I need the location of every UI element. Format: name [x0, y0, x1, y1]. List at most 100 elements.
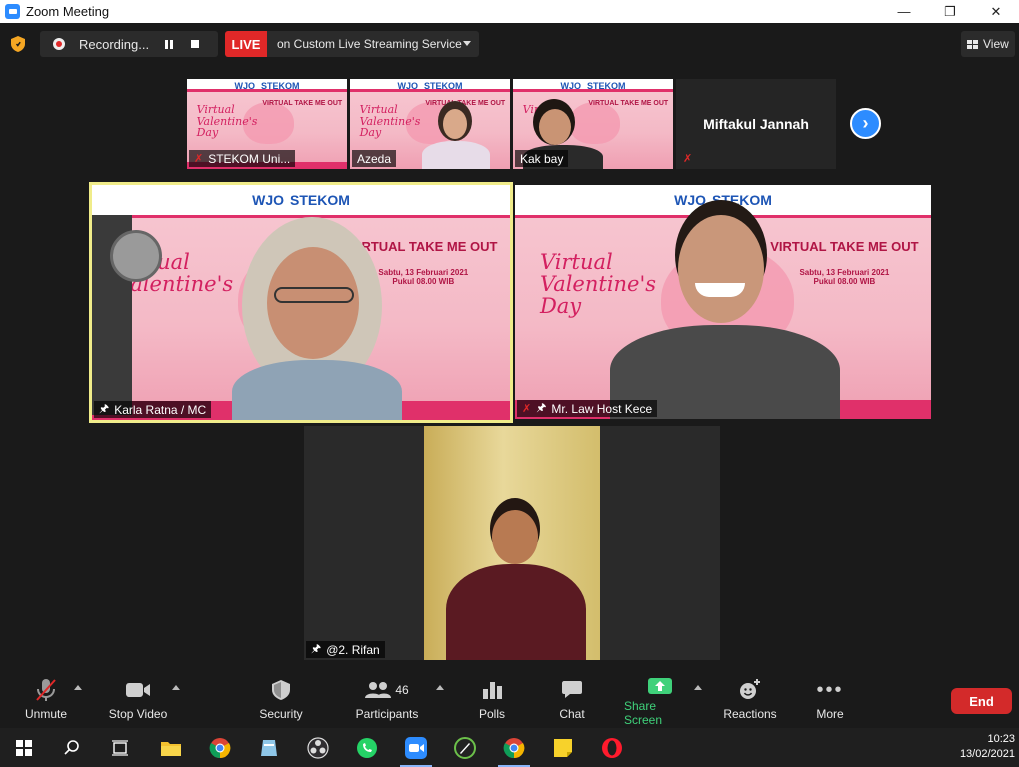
- search-icon: [64, 739, 79, 755]
- shield-icon: [272, 680, 290, 700]
- view-label: View: [983, 37, 1009, 51]
- participant-name-tag: ✗: [678, 150, 702, 167]
- zoom-window: Zoom Meeting — ❐ ✕ Recording... LIVE on …: [0, 0, 1019, 767]
- chrome-icon: [209, 737, 231, 758]
- share-screen-button[interactable]: Share Screen: [624, 677, 696, 727]
- video-tile-karla-ratna[interactable]: WJOSTEKOM VirtualValentine's VIRTUAL TAK…: [89, 182, 513, 423]
- next-page-button[interactable]: ›: [850, 108, 881, 139]
- pen-tool-icon: [454, 736, 476, 759]
- title-bar: Zoom Meeting — ❐ ✕: [0, 0, 1019, 23]
- minimize-button[interactable]: —: [881, 0, 927, 23]
- task-view-icon: [112, 739, 128, 756]
- participant-video: [515, 185, 931, 419]
- participant-name-tag: Kak bay: [515, 150, 569, 167]
- more-icon: •••: [816, 678, 844, 701]
- video-tile-stekom[interactable]: WJO STEKOM Virtual Valentine's Day VIRTUAL …: [187, 79, 347, 169]
- folder-icon: [161, 741, 181, 756]
- participants-options-caret[interactable]: [436, 685, 444, 690]
- chrome-app[interactable]: [196, 728, 244, 767]
- window-title: Zoom Meeting: [26, 4, 110, 19]
- obs-icon: [307, 736, 329, 759]
- chrome-icon: [503, 737, 525, 758]
- sticky-notes-app[interactable]: [539, 728, 587, 767]
- chevron-right-icon: ›: [862, 113, 869, 133]
- participant-name-tag: ✗ STEKOM Uni...: [189, 150, 296, 167]
- pin-icon: 🖈: [536, 402, 547, 414]
- muted-mic-icon: ✗: [194, 153, 204, 165]
- chrome-app-2[interactable]: [490, 728, 538, 767]
- windows-logo-icon: [16, 739, 32, 756]
- participants-button[interactable]: 46 Participants: [354, 677, 420, 725]
- live-stream-dropdown[interactable]: LIVE on Custom Live Streaming Service: [225, 31, 479, 57]
- system-clock[interactable]: 10:23 13/02/2021: [960, 732, 1015, 762]
- stop-recording-icon[interactable]: [191, 40, 199, 48]
- participant-name-tag: 🖈 @2. Rifan: [306, 641, 385, 658]
- notes-app[interactable]: [245, 728, 293, 767]
- whatsapp-icon: [357, 737, 377, 758]
- live-service-label: on Custom Live Streaming Service: [277, 37, 462, 51]
- whatsapp-app[interactable]: [343, 728, 391, 767]
- corel-app[interactable]: [441, 728, 489, 767]
- polls-button[interactable]: Polls: [472, 677, 512, 725]
- gallery-view-icon: [967, 39, 978, 49]
- reactions-icon: [740, 679, 760, 699]
- participant-video: [424, 426, 600, 660]
- security-button[interactable]: Security: [258, 677, 304, 725]
- clock-date: 13/02/2021: [959, 748, 1015, 760]
- stop-video-button[interactable]: Stop Video: [106, 677, 170, 725]
- zoom-logo-icon: [5, 4, 20, 19]
- windows-taskbar: 10:23 13/02/2021: [0, 728, 1019, 767]
- recording-icon: [53, 38, 65, 50]
- windows-start-button[interactable]: [0, 728, 48, 767]
- chat-icon: [562, 681, 582, 698]
- participant-name-tag: ✗ 🖈 Mr. Law Host Kece: [517, 400, 658, 417]
- audio-options-caret[interactable]: [74, 685, 82, 690]
- video-options-caret[interactable]: [172, 685, 180, 690]
- participants-icon: [365, 682, 392, 698]
- zoom-app[interactable]: [392, 728, 440, 767]
- task-view-button[interactable]: [96, 728, 144, 767]
- chat-button[interactable]: Chat: [552, 677, 592, 725]
- notes-icon: [261, 739, 277, 756]
- encryption-shield-icon[interactable]: [11, 36, 25, 52]
- video-tile-kak-bay[interactable]: WJOSTEKOM Virtual VIRTUAL TAKE ME OUT Ka…: [513, 79, 673, 169]
- mic-off-icon: [36, 679, 56, 701]
- share-options-caret[interactable]: [694, 685, 702, 690]
- muted-mic-icon: ✗: [522, 403, 532, 415]
- pin-icon: 🖈: [311, 643, 322, 655]
- clock-time: 10:23: [987, 733, 1015, 745]
- pause-recording-icon[interactable]: [165, 39, 173, 49]
- pin-icon: 🖈: [99, 403, 110, 415]
- close-button[interactable]: ✕: [973, 0, 1019, 23]
- participant-name-tag: Azeda: [352, 150, 397, 167]
- search-button[interactable]: [48, 728, 96, 767]
- chevron-down-icon: [463, 41, 471, 46]
- restore-button[interactable]: ❐: [927, 0, 973, 23]
- video-tile-rifan[interactable]: 🖈 @2. Rifan: [304, 426, 720, 660]
- participants-count: 46: [395, 683, 409, 697]
- video-tile-azeda[interactable]: WJO STEKOM Virtual Valentine's Day VIRTUAL …: [350, 79, 510, 169]
- zoom-icon: [405, 736, 427, 759]
- opera-icon: [602, 737, 622, 758]
- end-meeting-button[interactable]: End: [951, 688, 1012, 714]
- reactions-button[interactable]: Reactions: [722, 677, 778, 725]
- share-screen-icon: [648, 678, 672, 694]
- video-tile-mr-law[interactable]: WJO STEKOM Virtual Valentine's Day VIRTUAL …: [515, 185, 931, 419]
- unmute-button[interactable]: Unmute: [22, 677, 70, 725]
- opera-app[interactable]: [588, 728, 636, 767]
- participant-video: [92, 185, 510, 420]
- video-tile-miftakul[interactable]: Miftakul Jannah ✗: [676, 79, 836, 169]
- video-camera-icon: [126, 683, 150, 697]
- obs-app[interactable]: [294, 728, 342, 767]
- sticky-notes-icon: [554, 738, 572, 757]
- recording-indicator: Recording...: [40, 31, 218, 57]
- view-button[interactable]: View: [961, 31, 1015, 57]
- meeting-controls: Unmute Stop Video Security 46 Participan…: [0, 671, 1019, 728]
- more-button[interactable]: ••• More: [810, 677, 850, 725]
- participant-name-tag: 🖈 Karla Ratna / MC: [94, 401, 212, 418]
- meeting-top-bar: Recording... LIVE on Custom Live Streami…: [0, 23, 1019, 65]
- muted-mic-icon: ✗: [683, 153, 693, 165]
- file-explorer-app[interactable]: [147, 728, 195, 767]
- recording-label: Recording...: [79, 36, 150, 52]
- live-badge: LIVE: [225, 31, 267, 57]
